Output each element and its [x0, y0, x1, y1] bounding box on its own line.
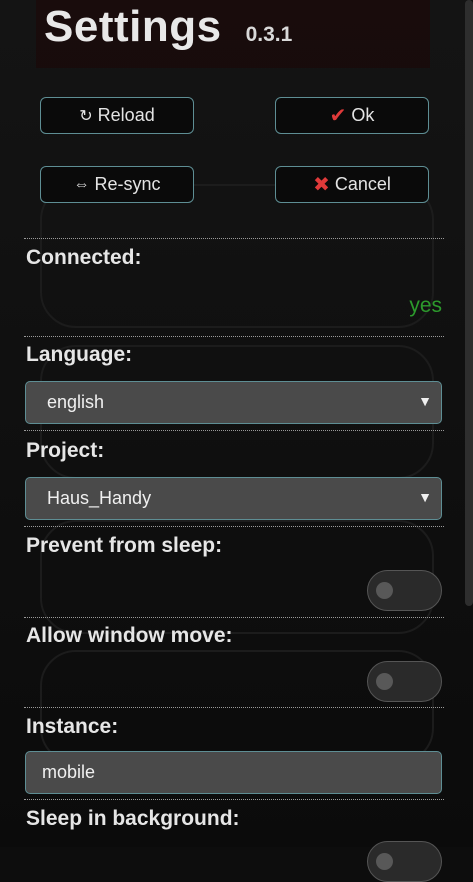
divider — [24, 617, 444, 618]
project-select[interactable]: Haus_Handy ▼ — [25, 477, 442, 520]
divider — [24, 799, 444, 800]
toggle-knob — [376, 673, 393, 690]
project-select-value: Haus_Handy — [47, 488, 152, 508]
sleep-background-label: Sleep in background: — [26, 807, 240, 830]
chevron-down-icon: ▼ — [418, 393, 432, 409]
scrollbar[interactable] — [465, 0, 473, 606]
prevent-sleep-toggle[interactable] — [367, 570, 442, 611]
divider — [24, 707, 444, 708]
arrows-icon: ⇔ — [73, 175, 90, 193]
allow-window-move-toggle[interactable] — [367, 661, 442, 702]
divider — [24, 336, 444, 337]
reload-button[interactable]: ↻ Reload — [40, 97, 194, 134]
sleep-background-toggle[interactable] — [367, 841, 442, 882]
cancel-button[interactable]: ✖ Cancel — [275, 166, 429, 203]
language-label: Language: — [26, 343, 133, 366]
resync-button[interactable]: ⇔ Re-sync — [40, 166, 194, 203]
header: Settings 0.3.1 — [44, 2, 292, 58]
instance-label: Instance: — [26, 715, 119, 738]
allow-window-move-label: Allow window move: — [26, 624, 233, 647]
check-icon: ✔ — [329, 105, 347, 127]
instance-input[interactable]: mobile — [25, 751, 442, 794]
divider — [24, 238, 444, 239]
connected-label: Connected: — [26, 246, 142, 269]
divider — [24, 430, 444, 431]
resync-button-label: Re-sync — [94, 174, 161, 194]
ok-button-label: Ok — [351, 105, 375, 125]
page-title: Settings — [44, 2, 222, 51]
toggle-knob — [376, 582, 393, 599]
language-select-value: english — [47, 392, 105, 412]
language-select[interactable]: english ▼ — [25, 381, 442, 424]
version-label: 0.3.1 — [245, 23, 293, 46]
connected-status: yes — [409, 294, 442, 317]
refresh-icon: ↻ — [79, 107, 93, 125]
chevron-down-icon: ▼ — [418, 489, 432, 505]
ok-button[interactable]: ✔ Ok — [275, 97, 429, 134]
cancel-button-label: Cancel — [334, 174, 391, 194]
reload-button-label: Reload — [97, 105, 155, 125]
cross-icon: ✖ — [313, 174, 330, 196]
project-label: Project: — [26, 439, 105, 462]
instance-input-value: mobile — [42, 762, 96, 782]
divider — [24, 526, 444, 527]
toggle-knob — [376, 853, 393, 870]
prevent-sleep-label: Prevent from sleep: — [26, 534, 223, 557]
